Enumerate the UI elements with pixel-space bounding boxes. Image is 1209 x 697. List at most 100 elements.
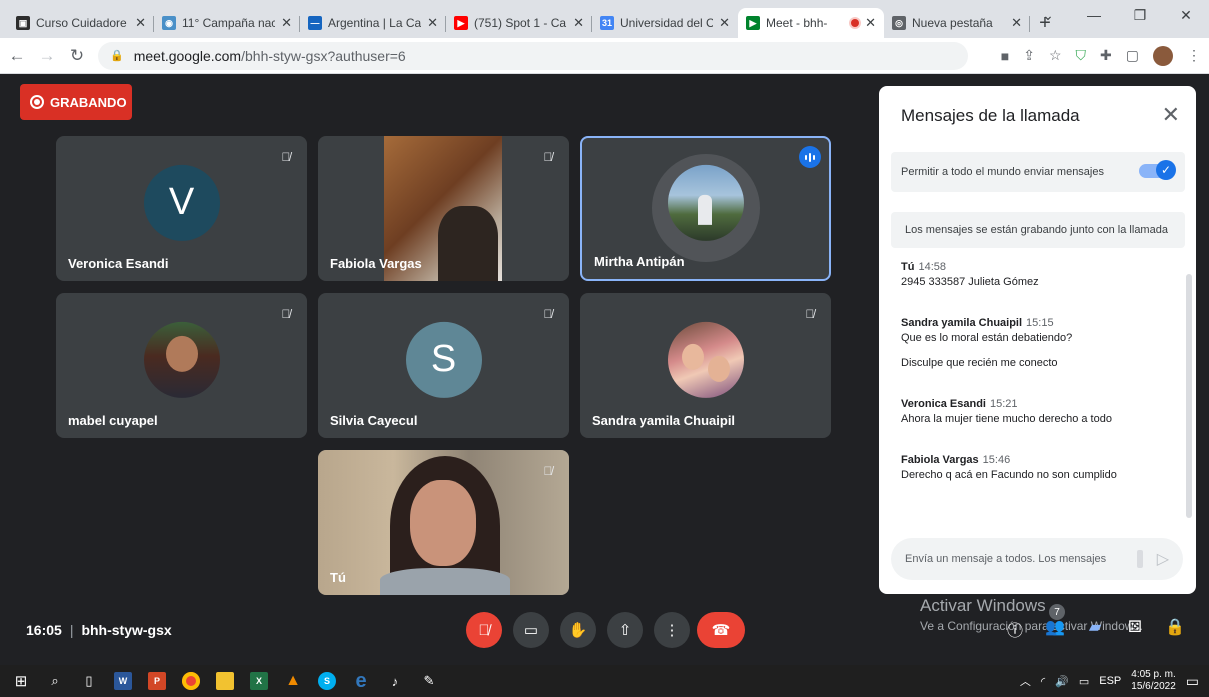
skype-icon[interactable]: S <box>310 665 344 697</box>
extensions-puzzle-icon[interactable]: ✚ <box>1100 47 1112 64</box>
forward-icon[interactable]: → <box>34 46 60 66</box>
recording-notice: Los mensajes se están grabando junto con… <box>891 212 1185 248</box>
participant-name: Mirtha Antipán <box>594 254 685 269</box>
avatar: S <box>405 321 482 398</box>
send-icon[interactable]: ▷ <box>1157 549 1169 569</box>
info-icon[interactable]: ⓘ <box>995 617 1035 641</box>
wifi-icon[interactable]: ◜ <box>1041 675 1045 688</box>
participant-tile[interactable]: 🎙̸ mabel cuyapel <box>56 293 307 438</box>
camera-toggle-button[interactable]: ▭ <box>513 612 549 648</box>
minimize-button[interactable]: — <box>1071 0 1117 30</box>
url-path: /bhh-styw-gsx?authuser=6 <box>241 47 406 64</box>
back-icon[interactable]: ← <box>4 46 30 66</box>
chat-icon[interactable]: ▰ <box>1075 617 1115 641</box>
meeting-code: bhh-styw-gsx <box>81 622 172 638</box>
lock-icon[interactable]: 🔒 <box>110 49 124 62</box>
file-explorer-icon[interactable] <box>208 665 242 697</box>
url-bar[interactable]: 🔒 meet.google.com /bhh-styw-gsx?authuser… <box>98 41 968 70</box>
mic-off-icon: 🎙̸ <box>543 307 553 321</box>
divider: | <box>69 622 74 638</box>
participant-tile[interactable]: 🎙̸ Fabiola Vargas <box>318 136 569 281</box>
raise-hand-button[interactable]: ✋ <box>560 612 596 648</box>
bookmark-star-icon[interactable]: ☆ <box>1049 47 1062 64</box>
tab-title: Nueva pestaña <box>912 16 993 30</box>
close-tab-icon[interactable]: ✕ <box>1011 15 1022 31</box>
chat-scrollbar[interactable] <box>1186 274 1192 518</box>
edge-icon[interactable]: e <box>344 665 378 697</box>
avatar <box>667 321 744 398</box>
browser-tab[interactable]: ◉ 11° Campaña nac ✕ <box>154 8 300 38</box>
message-input[interactable]: Envía un mensaje a todos. Los mensajes ▷ <box>891 538 1183 580</box>
close-panel-icon[interactable]: ✕ <box>1162 102 1180 128</box>
battery-icon[interactable]: ▭ <box>1079 675 1089 688</box>
restore-button[interactable]: ❐ <box>1117 0 1163 30</box>
activities-icon[interactable]: ⚄ <box>1115 617 1155 641</box>
paint-icon[interactable]: ✎ <box>412 665 446 697</box>
participant-name: Veronica Esandi <box>68 256 169 271</box>
people-icon[interactable]: 👥 <box>1035 617 1075 641</box>
more-options-button[interactable]: ⋮ <box>654 612 690 648</box>
close-tab-icon[interactable]: ✕ <box>281 15 292 31</box>
word-icon[interactable]: W <box>106 665 140 697</box>
task-view-icon[interactable]: ▯ <box>72 665 106 697</box>
mic-toggle-button[interactable]: 🎙̸ <box>466 612 502 648</box>
share-icon[interactable]: ⇪ <box>1023 47 1035 64</box>
tray-expand-icon[interactable]: ︿ <box>1020 673 1031 689</box>
browser-tab[interactable]: ▶ (751) Spot 1 - Ca ✕ <box>446 8 592 38</box>
close-tab-icon[interactable]: ✕ <box>865 15 876 31</box>
shield-extension-icon[interactable]: ⛉ <box>1076 47 1087 64</box>
browser-tab[interactable]: ◎ Nueva pestaña ✕ <box>884 8 1030 38</box>
self-view-tile[interactable]: 🎙̸ Tú <box>318 450 569 595</box>
recording-badge[interactable]: GRABANDO <box>20 84 132 120</box>
tab-favicon-icon: 31 <box>600 16 614 30</box>
tab-title: Universidad del C <box>620 16 714 30</box>
close-tab-icon[interactable]: ✕ <box>135 15 146 31</box>
tab-search-icon[interactable]: ⌄ <box>1025 0 1071 30</box>
allow-messages-toggle[interactable] <box>1139 160 1176 180</box>
speaking-indicator-icon <box>799 146 821 168</box>
close-window-button[interactable]: ✕ <box>1163 0 1209 30</box>
participant-tile[interactable]: 🎙̸ Sandra yamila Chuaipil <box>580 293 831 438</box>
browser-tab-active[interactable]: ▶ Meet - bhh- ✕ <box>738 8 884 38</box>
participant-tile-speaking[interactable]: Mirtha Antipán <box>580 136 831 281</box>
search-icon[interactable]: ⌕ <box>38 665 72 697</box>
clock[interactable]: 4:05 p. m. 15/6/2022 <box>1131 669 1176 693</box>
notifications-icon[interactable]: ▭ <box>1186 673 1199 690</box>
camera-in-use-icon[interactable]: ■ <box>1001 48 1009 64</box>
browser-menu-icon[interactable]: ⋮ <box>1187 47 1201 64</box>
powerpoint-icon[interactable]: P <box>140 665 174 697</box>
profile-avatar[interactable] <box>1153 45 1173 66</box>
participant-tile[interactable]: 🎙̸ S Silvia Cayecul <box>318 293 569 438</box>
participant-name: Fabiola Vargas <box>330 256 422 271</box>
chat-message: Veronica Esandi 15:21 Ahora la mujer tien… <box>901 397 1181 427</box>
volume-icon[interactable]: 🔊 <box>1055 675 1069 688</box>
leave-call-button[interactable]: ☎ <box>697 612 745 648</box>
side-panel-icon[interactable]: ▢ <box>1126 47 1139 64</box>
allow-messages-setting: Permitir a todo el mundo enviar mensajes <box>891 152 1185 192</box>
mic-off-icon: 🎙̸ <box>281 307 291 321</box>
chrome-icon[interactable] <box>174 665 208 697</box>
windows-taskbar: ⊞ ⌕ ▯ W P X ▲ S e ♪ ✎ ︿ ◜ 🔊 ▭ ESP 4:05 p… <box>0 665 1209 697</box>
host-controls-icon[interactable]: 🔒 <box>1155 617 1195 641</box>
avatar <box>667 164 744 241</box>
close-tab-icon[interactable]: ✕ <box>427 15 438 31</box>
close-tab-icon[interactable]: ✕ <box>573 15 584 31</box>
windows-start-icon[interactable]: ⊞ <box>4 665 38 697</box>
language-indicator[interactable]: ESP <box>1099 675 1121 687</box>
browser-tab[interactable]: 31 Universidad del C ✕ <box>592 8 738 38</box>
close-tab-icon[interactable]: ✕ <box>719 15 730 31</box>
message-text: 2945 333587 Julieta Gómez <box>901 276 1039 288</box>
participant-name: mabel cuyapel <box>68 413 158 428</box>
browser-tab[interactable]: — Argentina | La Ca ✕ <box>300 8 446 38</box>
participant-tile[interactable]: 🎙̸ V Veronica Esandi <box>56 136 307 281</box>
mic-off-icon: 🎙̸ <box>543 150 553 164</box>
present-screen-button[interactable]: ⇧ <box>607 612 643 648</box>
meet-favicon-icon: ▶ <box>746 16 760 30</box>
vlc-icon[interactable]: ▲ <box>276 665 310 697</box>
app-icon[interactable]: ♪ <box>378 665 412 697</box>
browser-tab[interactable]: ▣ Curso Cuidadore ✕ <box>8 8 154 38</box>
excel-icon[interactable]: X <box>242 665 276 697</box>
reload-icon[interactable]: ↻ <box>64 46 90 66</box>
tab-favicon-icon: ▣ <box>16 16 30 30</box>
tab-title: Argentina | La Ca <box>328 16 422 30</box>
